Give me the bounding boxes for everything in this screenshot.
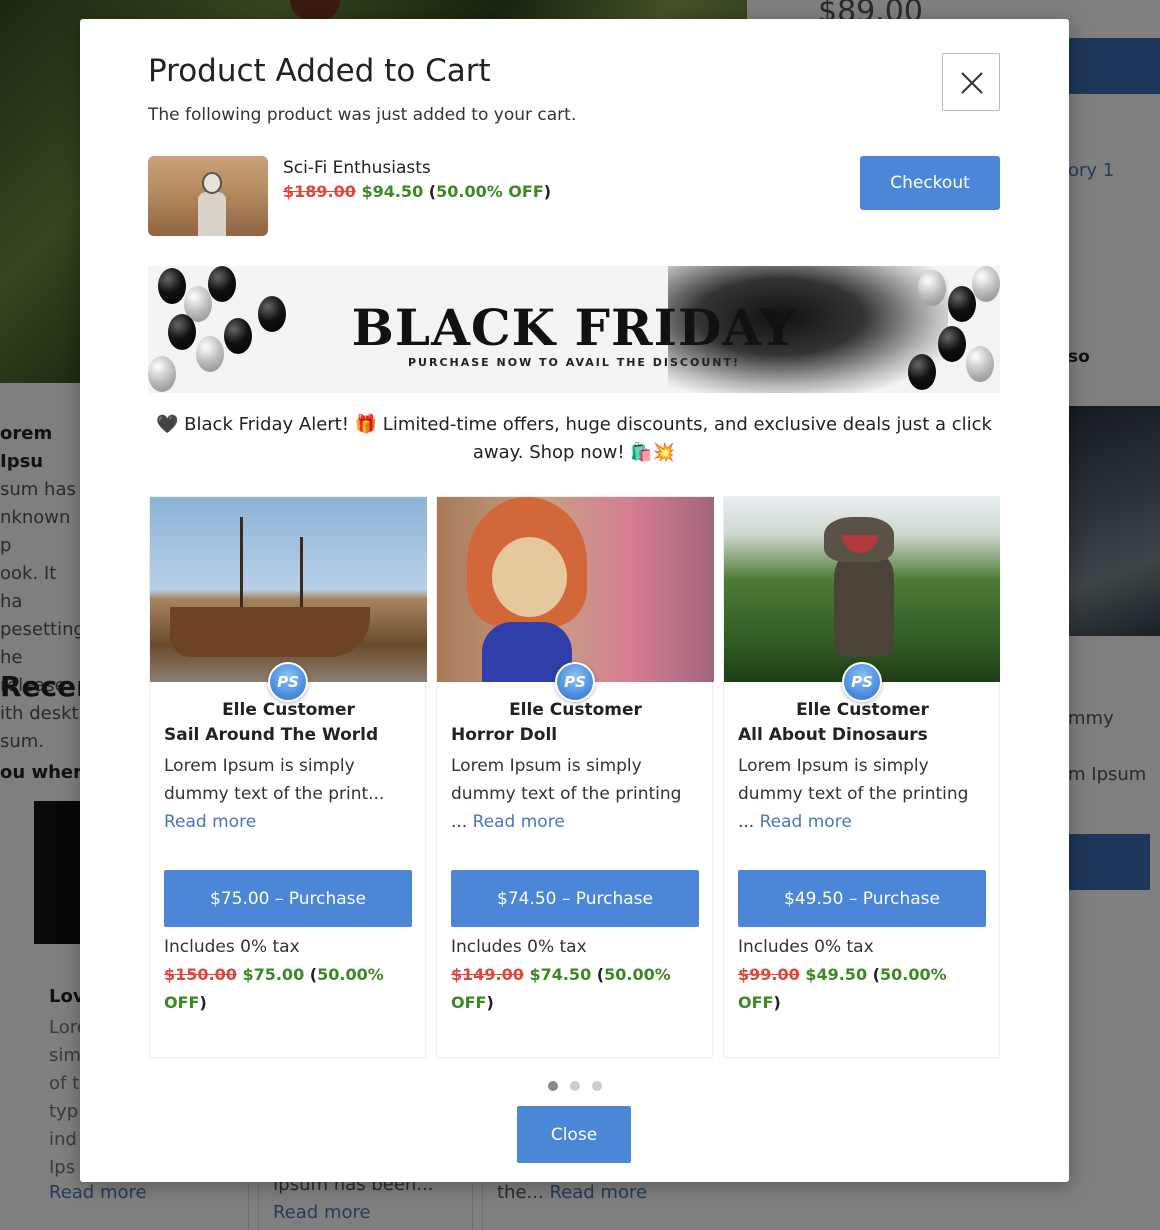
paren-open: ( xyxy=(428,182,437,201)
paren-open: ( xyxy=(596,965,605,984)
product-old-price: $189.00 xyxy=(283,182,356,201)
pagination-dot[interactable] xyxy=(591,1081,602,1091)
product-title[interactable]: All About Dinosaurs xyxy=(738,725,928,745)
black-friday-banner[interactable]: BLACK FRIDAY PURCHASE NOW TO AVAIL THE D… xyxy=(148,266,1000,393)
ship-mast-shape xyxy=(240,517,243,617)
banner-title: BLACK FRIDAY xyxy=(351,298,797,357)
card-new-price: $74.50 xyxy=(529,965,592,984)
pagination-dot[interactable] xyxy=(569,1081,580,1091)
product-thumbnail xyxy=(148,156,268,236)
card-price: $99.00 $49.50 (50.00% OFF) xyxy=(738,961,988,1017)
tax-note: Includes 0% tax xyxy=(164,937,300,957)
card-old-price: $150.00 xyxy=(164,965,237,984)
carousel-pagination xyxy=(80,1076,1069,1095)
product-title[interactable]: Sail Around The World xyxy=(164,725,378,745)
author-name: Elle Customer xyxy=(796,700,929,720)
purchase-button[interactable]: $75.00 – Purchase xyxy=(164,870,412,927)
card-old-price: $149.00 xyxy=(451,965,524,984)
product-card: PS Elle Customer All About Dinosaurs Lor… xyxy=(723,496,1000,1058)
product-image[interactable] xyxy=(150,497,427,682)
product-description: Lorem Ipsum is simply dummy text of the … xyxy=(738,752,988,836)
product-price: $189.00 $94.50 (50.00% OFF) xyxy=(283,182,551,201)
tax-note: Includes 0% tax xyxy=(738,937,874,957)
product-new-price: $94.50 xyxy=(361,182,424,201)
product-title[interactable]: Horror Doll xyxy=(451,725,557,745)
paren-close: ) xyxy=(543,182,552,201)
author-avatar: PS xyxy=(268,662,308,702)
purchase-button[interactable]: $49.50 – Purchase xyxy=(738,870,986,927)
product-card: PS Elle Customer Sail Around The World L… xyxy=(149,496,427,1058)
paren-open: ( xyxy=(872,965,880,984)
product-card: PS Elle Customer Horror Doll Lorem Ipsum… xyxy=(436,496,714,1058)
close-modal-button[interactable] xyxy=(942,53,1000,111)
astronaut-helmet-shape xyxy=(202,172,222,194)
card-price: $149.00 $74.50 (50.00% OFF) xyxy=(451,961,701,1017)
added-to-cart-modal: Product Added to Cart The following prod… xyxy=(80,19,1069,1182)
description-text: Lorem Ipsum is simply dummy text of the … xyxy=(164,756,385,804)
doll-face-shape xyxy=(492,537,567,617)
tax-note: Includes 0% tax xyxy=(451,937,587,957)
close-icon xyxy=(961,72,983,94)
promo-alert-text: 🖤 Black Friday Alert! 🎁 Limited-time off… xyxy=(156,414,992,463)
ship-hull-shape xyxy=(170,607,370,657)
paren-close: ) xyxy=(486,993,494,1012)
pagination-dot[interactable] xyxy=(547,1081,558,1091)
read-more-link[interactable]: Read more xyxy=(760,812,852,832)
card-old-price: $99.00 xyxy=(738,965,800,984)
astronaut-suit-shape xyxy=(198,192,226,236)
card-price: $150.00 $75.00 (50.00% OFF) xyxy=(164,961,414,1017)
card-new-price: $49.50 xyxy=(805,965,868,984)
product-name: Sci-Fi Enthusiasts xyxy=(283,158,431,178)
author-avatar: PS xyxy=(555,662,595,702)
product-image[interactable] xyxy=(437,497,714,682)
product-discount: 50.00% OFF xyxy=(436,182,544,201)
read-more-link[interactable]: Read more xyxy=(164,812,256,832)
banner-tagline: PURCHASE NOW TO AVAIL THE DISCOUNT! xyxy=(408,356,740,369)
author-name: Elle Customer xyxy=(509,700,642,720)
purchase-button[interactable]: $74.50 – Purchase xyxy=(451,870,699,927)
author-avatar: PS xyxy=(842,662,882,702)
paren-close: ) xyxy=(773,993,781,1012)
read-more-link[interactable]: Read more xyxy=(473,812,565,832)
modal-subtitle: The following product was just added to … xyxy=(148,105,577,125)
balloon-decoration xyxy=(972,266,1000,302)
product-description: Lorem Ipsum is simply dummy text of the … xyxy=(164,752,414,836)
product-image[interactable] xyxy=(724,497,1000,682)
ship-mast-shape xyxy=(300,537,303,617)
author-name: Elle Customer xyxy=(222,700,355,720)
checkout-button[interactable]: Checkout xyxy=(860,156,1000,210)
product-description: Lorem Ipsum is simply dummy text of the … xyxy=(451,752,701,836)
modal-title: Product Added to Cart xyxy=(148,53,491,89)
paren-close: ) xyxy=(199,993,207,1012)
balloon-decoration xyxy=(208,266,236,302)
dinosaur-body-shape xyxy=(834,547,894,657)
close-button[interactable]: Close xyxy=(517,1106,631,1163)
card-new-price: $75.00 xyxy=(242,965,305,984)
paren-open: ( xyxy=(309,965,318,984)
product-carousel: PS Elle Customer Sail Around The World L… xyxy=(148,496,1000,1058)
